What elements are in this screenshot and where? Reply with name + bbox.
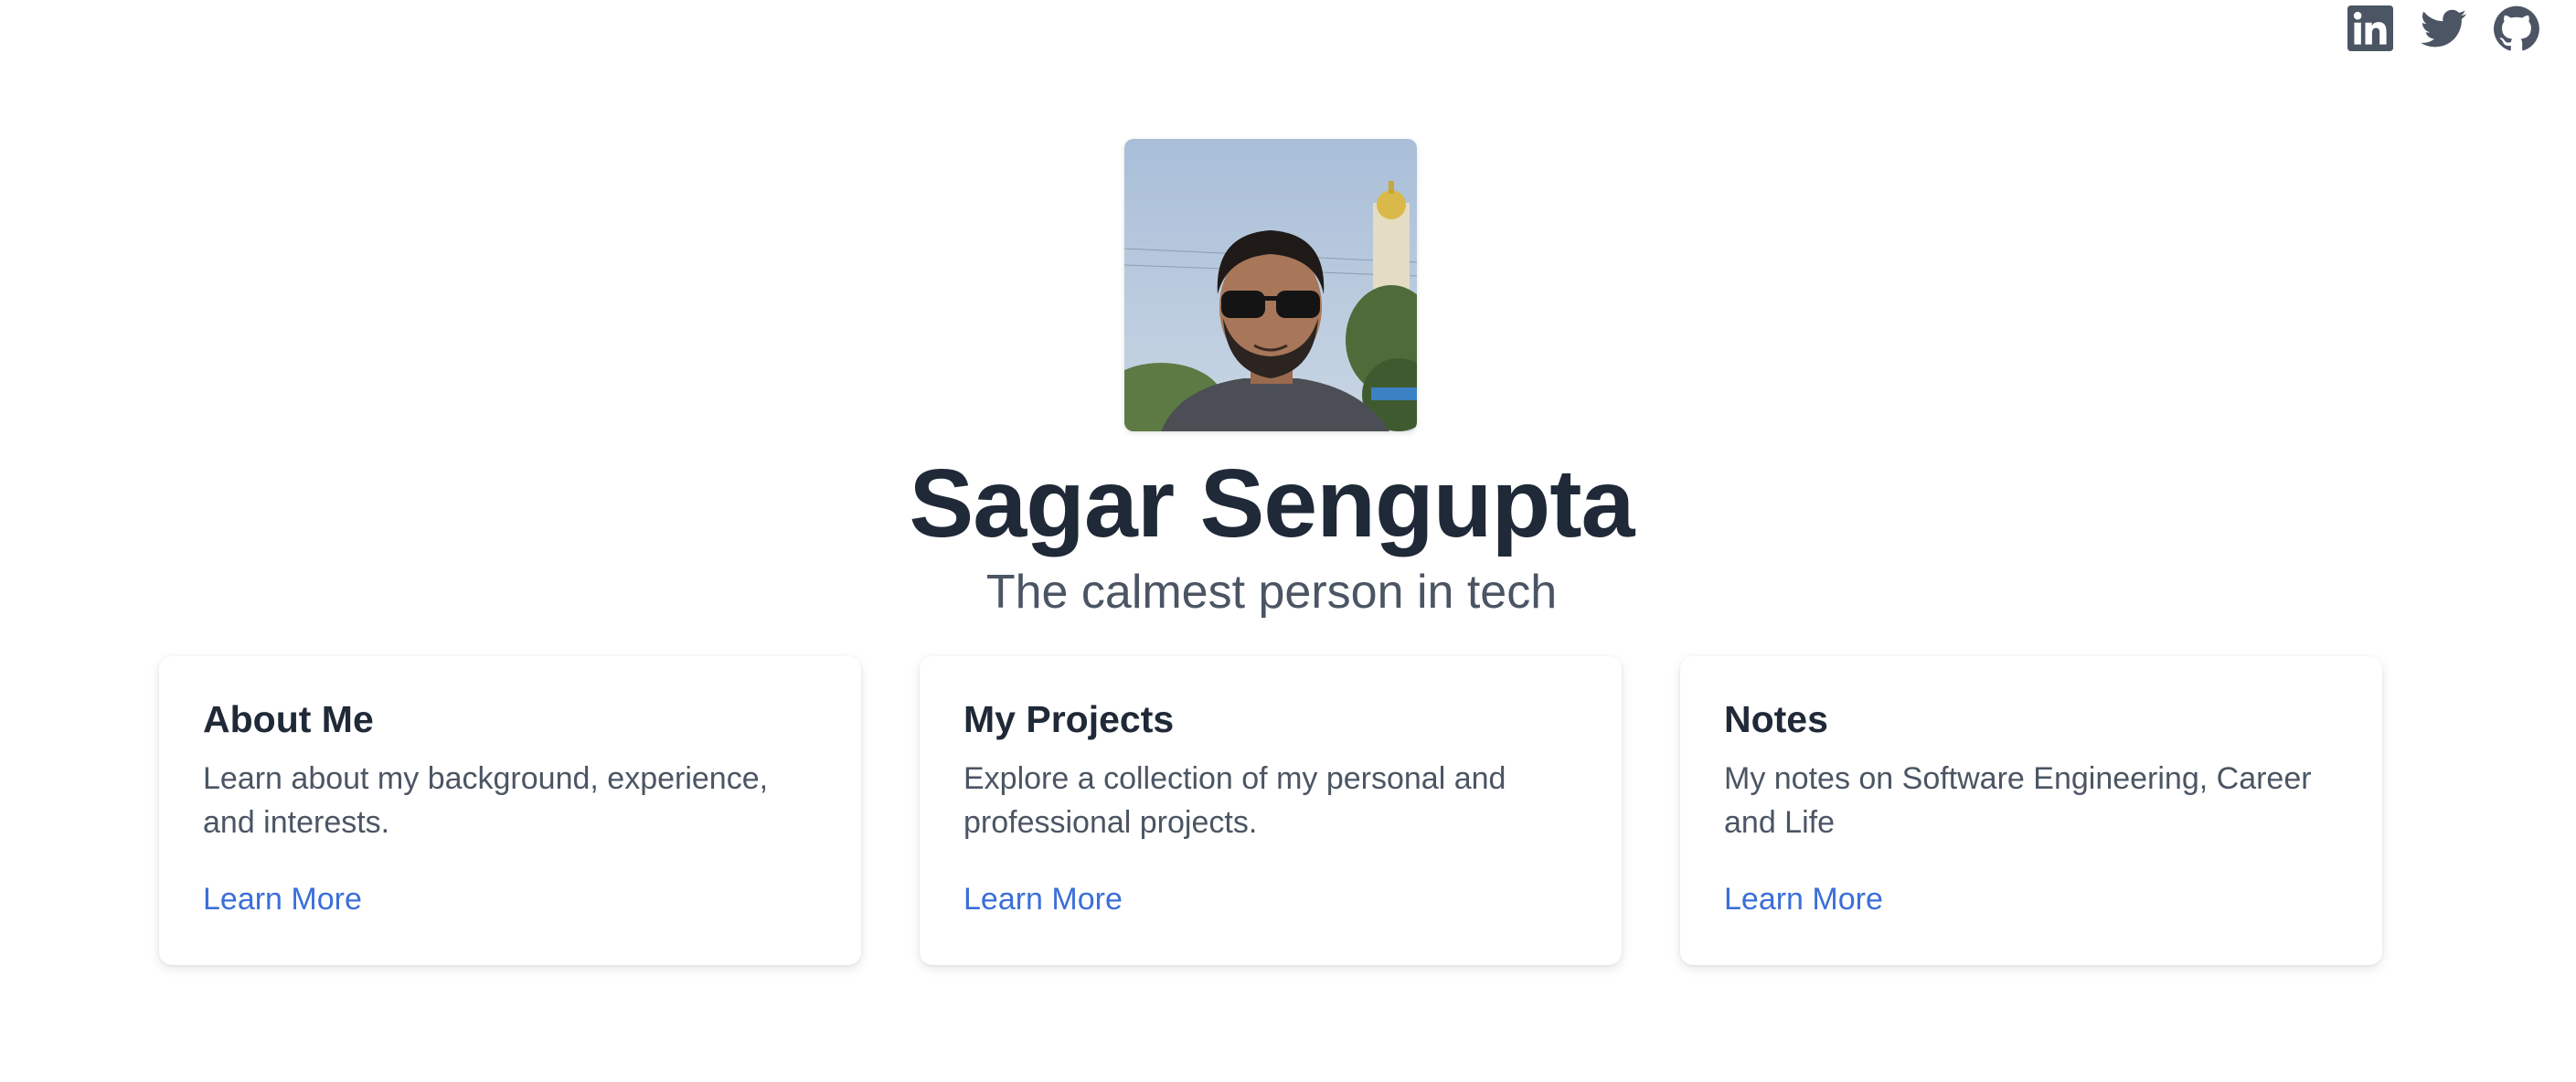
twitter-icon[interactable] [2421,5,2466,51]
learn-more-link[interactable]: Learn More [963,879,1123,919]
card-title: Notes [1724,698,1828,740]
card-title: About Me [203,698,374,740]
card-description: Learn about my background, experience, a… [203,761,769,840]
card-about-me: About Me Learn about my background, expe… [159,656,861,965]
card-notes: Notes My notes on Software Engineering, … [1680,656,2382,965]
tagline: The calmest person in tech [985,566,1558,619]
linkedin-icon[interactable] [2347,5,2393,51]
page: Sagar Sengupta The calmest person in tec… [0,0,2576,1082]
card-my-projects: My Projects Explore a collection of my p… [920,656,1622,965]
card-title: My Projects [963,698,1175,740]
card-description: Explore a collection of my personal and … [963,761,1506,840]
card-description: My notes on Software Engineering, Career… [1724,761,2312,840]
github-icon[interactable] [2494,5,2539,51]
learn-more-link[interactable]: Learn More [203,879,362,919]
avatar [1124,139,1417,431]
social-links [2347,5,2576,53]
learn-more-link[interactable]: Learn More [1724,879,1883,919]
page-title: Sagar Sengupta [909,450,1635,557]
